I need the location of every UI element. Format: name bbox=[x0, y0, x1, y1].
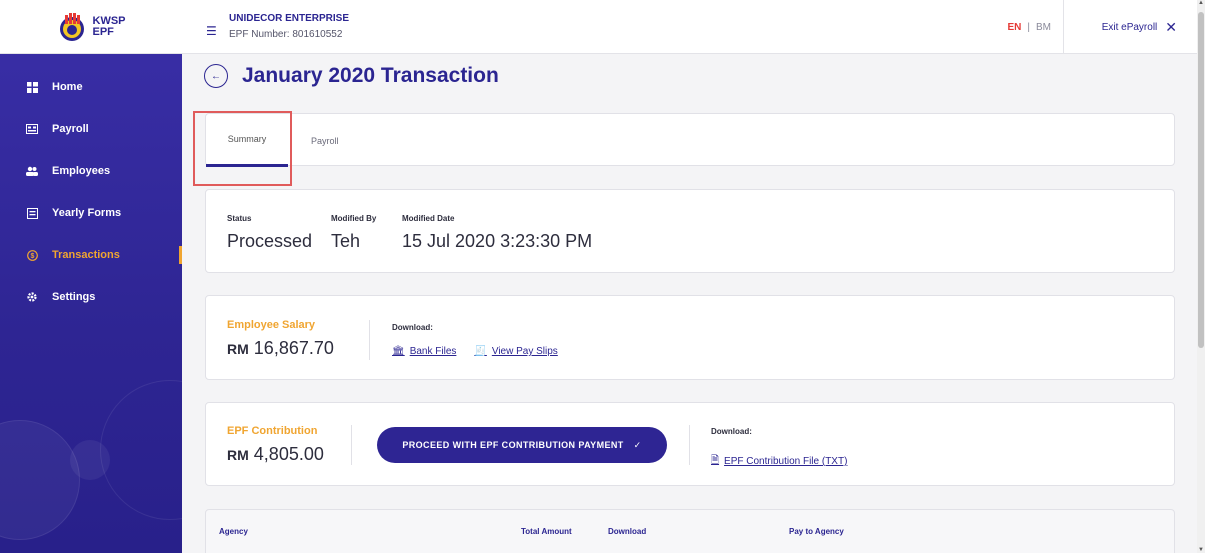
sidebar-nav: Home Payroll Employees Yearly Forms $ Tr… bbox=[0, 54, 182, 318]
page-title: January 2020 Transaction bbox=[242, 64, 499, 87]
epf-contribution-file-link[interactable]: 🗎 EPF Contribution File (TXT) bbox=[711, 453, 847, 470]
arrow-left-icon: ← bbox=[211, 70, 221, 82]
epf-number: EPF Number: 801610552 bbox=[229, 29, 343, 40]
logo-line-1: KWSP bbox=[92, 14, 126, 27]
top-bar: ☰ UNIDECOR ENTERPRISE EPF Number: 801610… bbox=[182, 0, 1197, 54]
tab-label: Summary bbox=[227, 134, 267, 144]
amount-value: 4,805.00 bbox=[253, 444, 324, 464]
employee-salary-card: Employee Salary RM 16,867.70 Download: 🏛… bbox=[205, 295, 1175, 380]
epf-contribution-amount: RM 4,805.00 bbox=[227, 444, 324, 465]
modified-date-value: 15 Jul 2020 3:23:30 PM bbox=[402, 231, 593, 251]
lang-en-button[interactable]: EN bbox=[1007, 22, 1021, 33]
button-label: PROCEED WITH EPF CONTRIBUTION PAYMENT bbox=[402, 440, 624, 450]
tab-summary[interactable]: Summary bbox=[206, 114, 288, 167]
sidebar-item-label: Yearly Forms bbox=[52, 207, 122, 219]
gear-icon bbox=[26, 291, 38, 303]
link-label: Bank Files bbox=[409, 346, 457, 357]
proceed-epf-payment-button[interactable]: PROCEED WITH EPF CONTRIBUTION PAYMENT ✓ bbox=[377, 427, 667, 463]
sidebar-item-home[interactable]: Home bbox=[0, 66, 182, 108]
close-icon: ✕ bbox=[1165, 18, 1177, 35]
payroll-icon bbox=[26, 123, 38, 135]
sidebar-item-employees[interactable]: Employees bbox=[0, 150, 182, 192]
form-icon bbox=[26, 207, 38, 219]
column-header-pay-to-agency: Pay to Agency bbox=[789, 527, 844, 536]
view-pay-slips-link[interactable]: 🧾 View Pay Slips bbox=[474, 346, 557, 357]
column-header-total-amount: Total Amount bbox=[521, 527, 572, 536]
bank-icon: 🏛 bbox=[392, 346, 405, 357]
bank-files-link[interactable]: 🏛 Bank Files bbox=[392, 346, 456, 357]
scroll-down-arrow-icon[interactable]: ▼ bbox=[1197, 547, 1205, 553]
sidebar-item-settings[interactable]: Settings bbox=[0, 276, 182, 318]
modified-by-value: Teh bbox=[331, 231, 361, 251]
modified-by-label: Modified By bbox=[331, 214, 377, 223]
kwsp-emblem-icon bbox=[57, 12, 87, 42]
download-label: Download: bbox=[711, 427, 752, 436]
modified-date-label: Modified Date bbox=[402, 214, 455, 223]
link-label: View Pay Slips bbox=[491, 346, 558, 357]
lang-bm-button[interactable]: BM bbox=[1036, 22, 1051, 33]
sidebar-item-label: Home bbox=[52, 81, 83, 93]
transactions-icon: $ bbox=[26, 249, 38, 261]
decorative-circle bbox=[100, 380, 182, 520]
column-header-agency: Agency bbox=[219, 527, 248, 536]
sidebar-item-label: Transactions bbox=[52, 249, 120, 261]
status-label: Status bbox=[227, 214, 252, 223]
divider bbox=[689, 425, 690, 465]
currency-label: RM bbox=[227, 447, 249, 463]
column-header-download: Download bbox=[608, 527, 647, 536]
decorative-circle bbox=[0, 420, 80, 540]
dashboard-icon bbox=[26, 81, 38, 93]
document-icon: 🗎 bbox=[711, 455, 720, 466]
payslip-icon: 🧾 bbox=[474, 346, 487, 357]
svg-text:$: $ bbox=[30, 253, 34, 260]
sidebar-item-transactions[interactable]: $ Transactions bbox=[0, 234, 182, 276]
scroll-up-arrow-icon[interactable]: ▲ bbox=[1197, 0, 1205, 6]
language-switcher: EN | BM bbox=[1007, 0, 1064, 54]
download-label: Download: bbox=[392, 323, 433, 332]
lang-separator: | bbox=[1027, 21, 1030, 33]
exit-label: Exit ePayroll bbox=[1101, 21, 1158, 33]
agency-table: Agency Total Amount Download Pay to Agen… bbox=[205, 509, 1175, 553]
menu-collapse-icon[interactable]: ☰ bbox=[206, 24, 217, 38]
logo-line-2: EPF bbox=[92, 25, 114, 38]
tab-label: Payroll bbox=[311, 135, 339, 146]
sidebar-item-label: Employees bbox=[52, 165, 111, 177]
status-value: Processed bbox=[227, 231, 313, 251]
employee-salary-label: Employee Salary bbox=[227, 319, 316, 331]
tab-payroll[interactable]: Payroll bbox=[311, 114, 339, 167]
currency-label: RM bbox=[227, 341, 249, 357]
scrollbar-thumb[interactable] bbox=[1198, 12, 1204, 348]
epf-contribution-card: EPF Contribution RM 4,805.00 PROCEED WIT… bbox=[205, 402, 1175, 486]
epf-contribution-label: EPF Contribution bbox=[227, 425, 318, 437]
link-label: EPF Contribution File (TXT) bbox=[724, 456, 848, 467]
sidebar-item-yearly-forms[interactable]: Yearly Forms bbox=[0, 192, 182, 234]
sidebar: KWSP EPF Home Payroll Employees Yearly F… bbox=[0, 0, 182, 553]
page-scrollbar[interactable]: ▲ ▼ bbox=[1197, 0, 1205, 553]
employee-salary-amount: RM 16,867.70 bbox=[227, 338, 334, 359]
sidebar-item-payroll[interactable]: Payroll bbox=[0, 108, 182, 150]
sidebar-item-label: Settings bbox=[52, 291, 96, 303]
status-card: Status Processed Modified By Teh Modifie… bbox=[205, 189, 1175, 273]
people-icon bbox=[26, 165, 38, 177]
tabs-bar: Summary Payroll bbox=[205, 113, 1175, 167]
check-icon: ✓ bbox=[633, 439, 642, 450]
kwsp-logo[interactable]: KWSP EPF bbox=[0, 0, 182, 54]
back-button[interactable]: ← bbox=[204, 64, 228, 88]
company-name: UNIDECOR ENTERPRISE bbox=[229, 13, 350, 24]
amount-value: 16,867.70 bbox=[253, 338, 334, 358]
divider bbox=[351, 425, 352, 465]
divider bbox=[369, 320, 370, 360]
company-info: UNIDECOR ENTERPRISE EPF Number: 80161055… bbox=[229, 13, 349, 40]
sidebar-item-label: Payroll bbox=[52, 123, 89, 135]
exit-epayroll-button[interactable]: Exit ePayroll ✕ bbox=[1102, 0, 1177, 54]
